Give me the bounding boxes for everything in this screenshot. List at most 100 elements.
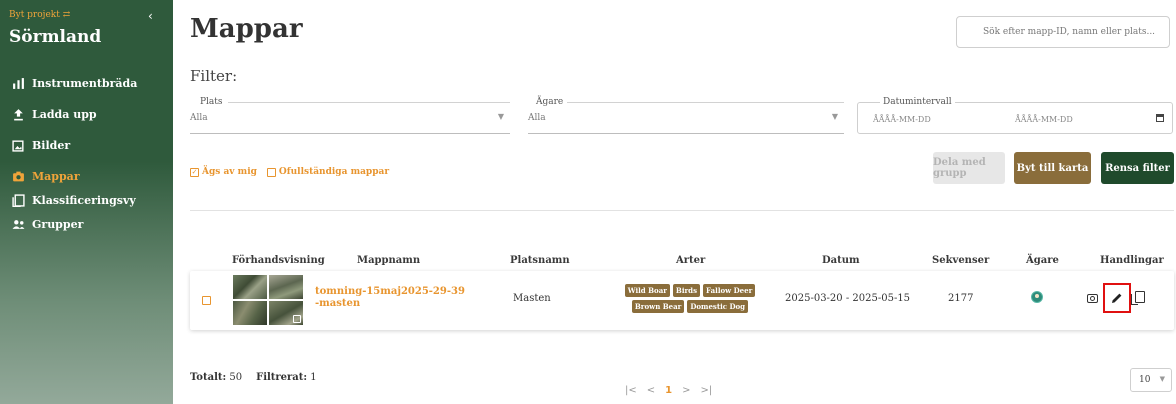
- rows-per-page-select[interactable]: 10 ▼: [1130, 368, 1172, 392]
- chevron-down-icon: ▼: [831, 112, 838, 121]
- filter-heading: Filter:: [190, 67, 238, 85]
- classification-icon: [9, 193, 27, 207]
- sidebar-item-label: Mappar: [32, 169, 80, 183]
- column-header-actions: Handlingar: [1100, 255, 1164, 266]
- sidebar-item-folders[interactable]: Mappar: [9, 165, 169, 187]
- owned-by-me-checkbox[interactable]: ✓ Ägs av mig: [190, 167, 257, 177]
- chevron-down-icon: ▼: [1159, 375, 1165, 383]
- column-header-species: Arter: [676, 255, 706, 266]
- total-count: Totalt: 50: [190, 372, 242, 383]
- sidebar-item-images[interactable]: Bilder: [9, 134, 169, 156]
- checkbox-empty-icon: [266, 167, 276, 177]
- species-tag: Domestic Dog: [687, 300, 749, 313]
- sidebar-item-upload[interactable]: Ladda upp: [9, 103, 169, 125]
- copy-icon[interactable]: [1131, 291, 1145, 305]
- column-header-preview: Förhandsvisning: [232, 255, 325, 266]
- incomplete-folders-label: Ofullständiga mappar: [278, 167, 390, 177]
- calendar-icon[interactable]: [1156, 114, 1164, 122]
- view-icon[interactable]: [1087, 294, 1098, 303]
- divider: [190, 210, 1174, 211]
- checkbox-checked-icon: ✓: [190, 167, 199, 177]
- owner-select[interactable]: Ägare Alla ▼: [528, 97, 844, 134]
- bar-chart-icon: [9, 76, 27, 90]
- preview-image: [233, 275, 267, 299]
- switch-project-link[interactable]: Byt projekt ⇄: [9, 10, 70, 20]
- preview-image: [269, 275, 303, 299]
- place-select-value: Alla: [190, 113, 208, 123]
- owner-select-label: Ägare: [536, 97, 568, 107]
- date-range-picker[interactable]: Datumintervall ÅÅÅÅ-MM-DD ÅÅÅÅ-MM-DD: [857, 97, 1173, 134]
- pagination: |< < 1 > >|: [625, 385, 712, 396]
- project-region-title: Sörmland: [9, 27, 102, 47]
- date-start-input[interactable]: ÅÅÅÅ-MM-DD: [873, 115, 931, 124]
- sidebar-item-label: Ladda upp: [32, 107, 97, 121]
- sidebar-item-dashboard[interactable]: Instrumentbräda: [9, 72, 169, 94]
- chevron-down-icon: ▼: [497, 112, 504, 121]
- images-icon: [9, 138, 27, 152]
- sidebar-item-label: Grupper: [32, 217, 84, 231]
- column-header-sequences: Sekvenser: [932, 255, 990, 266]
- folder-name-link[interactable]: tomning-15maj2025-29-39-masten: [315, 286, 465, 310]
- sidebar-item-classification[interactable]: Klassificeringsvy: [9, 189, 169, 211]
- sidebar-item-groups[interactable]: Grupper: [9, 213, 169, 235]
- current-page[interactable]: 1: [665, 385, 672, 396]
- preview-image: [269, 301, 303, 325]
- sidebar-item-label: Klassificeringsvy: [32, 193, 136, 207]
- sidebar: Byt projekt ⇄ ‹ Sörmland Instrumentbräda…: [0, 0, 173, 404]
- upload-icon: [9, 107, 27, 121]
- table-row: tomning-15maj2025-29-39-masten Masten Wi…: [190, 271, 1174, 330]
- rows-per-page-value: 10: [1139, 375, 1151, 385]
- preview-image: [233, 301, 267, 325]
- next-page-icon[interactable]: >: [682, 385, 690, 396]
- search-input[interactable]: [956, 16, 1170, 48]
- switch-to-map-button[interactable]: Byt till karta: [1014, 152, 1091, 184]
- sequences-cell: 2177: [948, 293, 974, 304]
- date-end-input[interactable]: ÅÅÅÅ-MM-DD: [1015, 115, 1073, 124]
- species-tags: Wild Boar Birds Fallow Deer Brown Bear D…: [622, 284, 758, 313]
- previous-page-icon[interactable]: <: [647, 385, 655, 396]
- sidebar-item-label: Instrumentbräda: [32, 76, 138, 90]
- column-header-owner: Ägare: [1026, 255, 1059, 266]
- first-page-icon[interactable]: |<: [625, 385, 637, 396]
- place-select-border: [228, 102, 510, 103]
- column-header-place: Platsnamn: [510, 255, 570, 266]
- gallery-icon: [293, 315, 301, 323]
- clear-filter-button[interactable]: Rensa filter: [1101, 152, 1174, 184]
- filtered-count: Filtrerat: 1: [256, 372, 317, 383]
- sidebar-item-label: Bilder: [32, 138, 71, 152]
- total-value: 50: [229, 372, 243, 383]
- row-checkbox[interactable]: [202, 296, 211, 305]
- owner-select-border: [564, 102, 844, 103]
- preview-thumbnails[interactable]: [233, 275, 304, 325]
- owner-avatar: [1031, 291, 1043, 303]
- species-tag: Fallow Deer: [703, 284, 756, 297]
- sidebar-nav: Instrumentbräda Ladda upp Bilder Mappar …: [9, 72, 169, 244]
- edit-button[interactable]: [1103, 283, 1131, 313]
- share-with-group-button[interactable]: Dela med grupp: [933, 152, 1005, 184]
- incomplete-folders-checkbox[interactable]: Ofullständiga mappar: [266, 167, 390, 177]
- species-tag: Brown Bear: [631, 300, 685, 313]
- swap-icon: ⇄: [62, 10, 71, 20]
- filter-checkboxes: ✓ Ägs av mig Ofullständiga mappar: [190, 167, 389, 177]
- owned-by-me-label: Ägs av mig: [202, 167, 257, 177]
- column-header-date: Datum: [822, 255, 860, 266]
- column-header-name: Mappnamn: [357, 255, 421, 266]
- last-page-icon[interactable]: >|: [701, 385, 713, 396]
- species-tag: Wild Boar: [624, 284, 670, 297]
- pencil-icon: [1112, 293, 1122, 303]
- camera-icon: [9, 169, 27, 183]
- switch-project-label: Byt projekt: [9, 10, 60, 20]
- page-title: Mappar: [190, 14, 303, 44]
- place-select[interactable]: Plats Alla ▼: [190, 97, 510, 134]
- filtered-value: 1: [310, 372, 317, 383]
- collapse-sidebar-icon[interactable]: ‹: [148, 9, 153, 23]
- species-tag: Birds: [672, 284, 701, 297]
- place-name-cell: Masten: [513, 293, 551, 304]
- place-select-label: Plats: [200, 97, 227, 107]
- owner-select-value: Alla: [528, 113, 546, 123]
- group-icon: [9, 217, 27, 231]
- date-cell: 2025-03-20 - 2025-05-15: [785, 293, 911, 304]
- totals: Totalt: 50 Filtrerat: 1: [190, 372, 317, 383]
- date-range-label: Datumintervall: [880, 97, 955, 107]
- total-label: Totalt:: [190, 372, 227, 383]
